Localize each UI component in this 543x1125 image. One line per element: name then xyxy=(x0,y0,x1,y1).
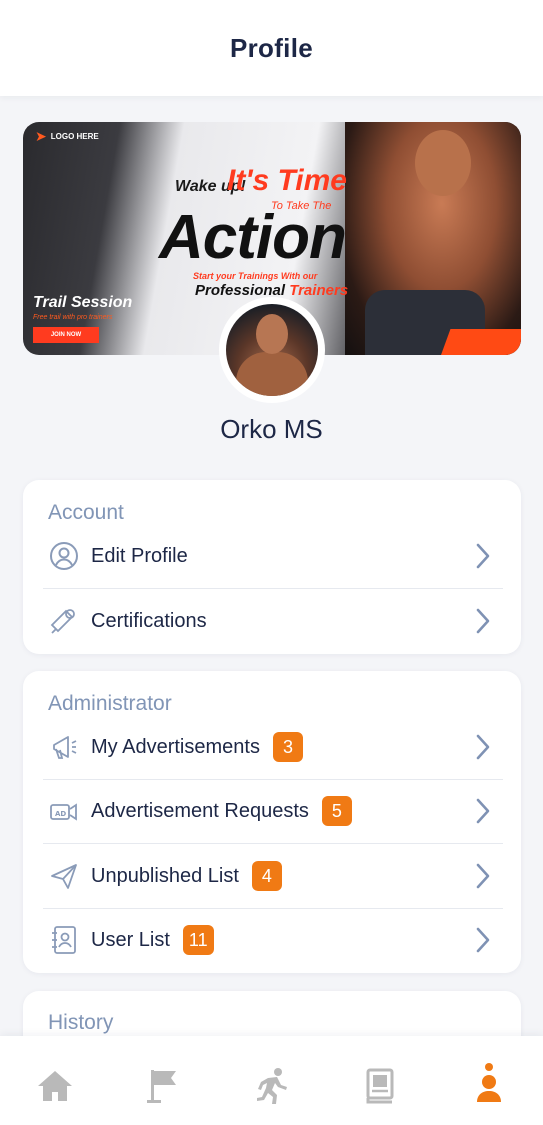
chevron-right-icon xyxy=(471,732,495,762)
avatar-face xyxy=(256,314,288,354)
banner-trail-title: Trail Session xyxy=(33,294,133,311)
page-title: Profile xyxy=(229,32,313,63)
user-circle-icon xyxy=(48,540,80,572)
banner-time-text: It's Time xyxy=(227,164,347,197)
avatar-photo xyxy=(226,304,318,396)
edit-profile-label: Edit Profile xyxy=(91,544,188,567)
banner-action-text: Action xyxy=(159,203,347,272)
logo-mark-icon: ➤ xyxy=(35,128,47,144)
home-icon xyxy=(36,1068,74,1109)
nav-activity[interactable] xyxy=(250,1066,294,1110)
avatar-torso xyxy=(236,352,308,396)
profile-name: Orko MS xyxy=(220,414,323,444)
edit-profile-row[interactable]: Edit Profile xyxy=(23,524,521,588)
my-advertisements-label: My Advertisements 3 xyxy=(91,732,303,762)
flag-icon xyxy=(145,1067,181,1110)
banner-trail-sub: Free trail with pro trainers xyxy=(33,314,113,321)
chevron-right-icon xyxy=(471,606,495,636)
certifications-label: Certifications xyxy=(91,609,207,632)
nav-journal[interactable] xyxy=(358,1066,402,1110)
chevron-right-icon xyxy=(471,796,495,826)
history-section-title: History xyxy=(48,1011,114,1034)
book-icon xyxy=(363,1067,397,1110)
user-list-text: User List xyxy=(91,928,170,951)
svg-text:AD: AD xyxy=(55,810,66,818)
top-app-bar: Profile xyxy=(0,0,543,96)
certifications-row[interactable]: Certifications xyxy=(23,589,521,653)
advertisement-requests-text: Advertisement Requests xyxy=(91,799,309,822)
count-badge: 3 xyxy=(272,732,303,762)
unpublished-list-label: Unpublished List 4 xyxy=(91,861,282,891)
nav-profile[interactable] xyxy=(467,1062,511,1110)
unpublished-list-row[interactable]: Unpublished List 4 xyxy=(23,844,521,908)
athlete-head xyxy=(415,130,471,196)
chevron-right-icon xyxy=(471,861,495,891)
advertisement-requests-row[interactable]: AD Advertisement Requests 5 xyxy=(23,779,521,843)
paper-plane-icon xyxy=(48,860,80,892)
unpublished-list-text: Unpublished List xyxy=(91,864,239,887)
avatar[interactable] xyxy=(219,297,325,403)
advertisement-requests-label: Advertisement Requests 5 xyxy=(91,796,352,826)
bottom-navigation xyxy=(0,1036,543,1125)
banner-join-button: JOIN NOW xyxy=(33,327,99,343)
running-icon xyxy=(254,1067,290,1110)
banner-logo: ➤ LOGO HERE xyxy=(35,128,99,144)
banner-subline: Start your Trainings With our xyxy=(193,271,318,281)
banner-accent-stripe xyxy=(441,329,521,355)
banner-athlete-image xyxy=(345,122,521,355)
contact-book-icon xyxy=(48,924,80,956)
chevron-right-icon xyxy=(471,541,495,571)
nav-goals[interactable] xyxy=(141,1066,185,1110)
count-badge: 4 xyxy=(251,861,282,891)
my-advertisements-row[interactable]: My Advertisements 3 xyxy=(23,715,521,779)
banner-trainers: Trainers xyxy=(289,282,349,299)
chevron-right-icon xyxy=(471,925,495,955)
person-icon xyxy=(474,1062,504,1115)
account-card: Account Edit Profile Certifications xyxy=(23,480,521,654)
nav-home[interactable] xyxy=(33,1066,77,1110)
ad-request-icon: AD xyxy=(48,795,80,827)
megaphone-icon xyxy=(48,731,80,763)
count-badge: 5 xyxy=(321,796,352,826)
user-list-label: User List 11 xyxy=(91,925,214,955)
certificate-icon xyxy=(48,605,80,637)
user-list-row[interactable]: User List 11 xyxy=(23,908,521,972)
my-advertisements-text: My Advertisements xyxy=(91,735,260,758)
administrator-section-title: Administrator xyxy=(48,692,172,715)
administrator-card: Administrator My Advertisements 3 AD Adv… xyxy=(23,671,521,973)
count-badge: 11 xyxy=(182,925,214,955)
account-section-title: Account xyxy=(48,501,124,524)
